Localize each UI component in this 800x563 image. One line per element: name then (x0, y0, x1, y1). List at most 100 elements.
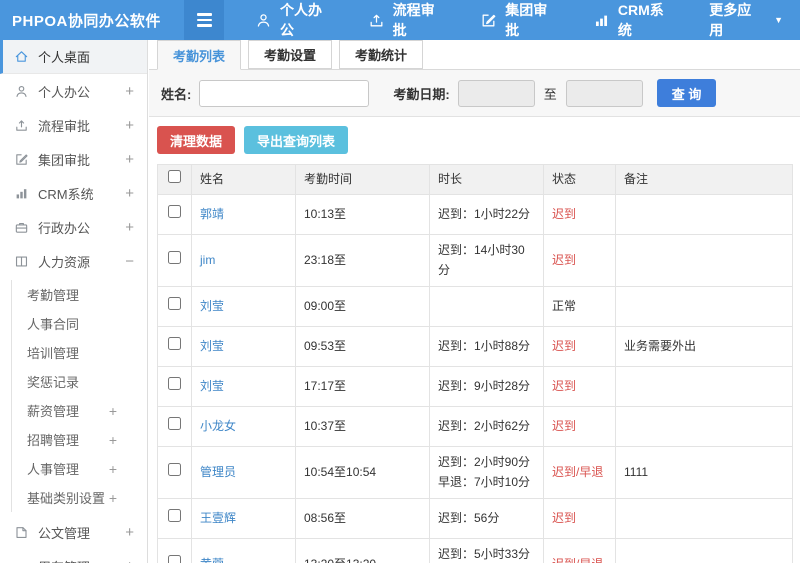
top-nav-more-apps[interactable]: 更多应用 ▼ (692, 0, 800, 40)
col-header-note: 备注 (615, 164, 793, 195)
cell-checkbox (157, 234, 192, 287)
table-row: 刘莹 09:53至 迟到：1小时88分 迟到 业务需要外出 (157, 325, 793, 367)
expand-plus-icon[interactable]: + (125, 151, 134, 168)
sidebar-subitem-recruitment-management[interactable]: 招聘管理 + (12, 425, 147, 454)
caret-down-icon: ▼ (774, 15, 783, 25)
attendance-table: 姓名 考勤时间 时长 状态 备注 郭靖 10:13至 迟到：1小时22分 迟到 jim 23:18… (157, 164, 793, 563)
row-checkbox[interactable] (168, 554, 181, 563)
sidebar-item-document-management[interactable]: 公文管理 + (0, 515, 147, 549)
expand-plus-icon[interactable]: + (125, 185, 134, 202)
date-filter-label: 考勤日期: (393, 86, 450, 102)
sidebar-item-group-approval[interactable]: 集团审批 + (0, 142, 147, 176)
cell-checkbox (157, 365, 192, 407)
sidebar-item-label: 行政办公 (38, 220, 91, 236)
sidebar-item-human-resources[interactable]: 人力资源 − (0, 244, 147, 278)
person-icon (14, 84, 29, 99)
cell-status: 迟到/早退 (543, 445, 616, 499)
employee-name-link[interactable]: 黄蓉 (200, 557, 224, 563)
tab-bar: 考勤列表 考勤设置 考勤统计 (149, 40, 800, 70)
cell-checkbox (157, 497, 192, 539)
select-all-checkbox[interactable] (168, 170, 181, 184)
expand-plus-icon[interactable]: + (125, 117, 134, 134)
cell-time: 10:37至 (295, 405, 430, 447)
hamburger-icon (196, 13, 212, 27)
sidebar-item-workflow-approval[interactable]: 流程审批 + (0, 108, 147, 142)
date-from-input[interactable] (457, 79, 535, 107)
employee-name-link[interactable]: 刘莹 (200, 339, 224, 353)
sidebar-subitem-salary-management[interactable]: 薪资管理 + (12, 396, 147, 425)
tab-label: 考勤设置 (264, 48, 317, 63)
sidebar-subitem-reward-punishment[interactable]: 奖惩记录 (12, 367, 147, 396)
person-icon (255, 12, 272, 29)
cell-checkbox (157, 405, 192, 447)
top-nav-label: 更多应用 (709, 2, 752, 38)
sidebar-item-admin-office[interactable]: 行政办公 + (0, 210, 147, 244)
expand-plus-icon[interactable]: + (125, 83, 134, 100)
employee-name-link[interactable]: 小龙女 (200, 419, 236, 433)
expand-plus-icon[interactable]: + (109, 490, 117, 506)
tab-attendance-stats[interactable]: 考勤统计 (339, 40, 424, 69)
date-to-input[interactable] (565, 79, 643, 107)
cell-time: 09:00至 (295, 285, 430, 327)
top-nav-group-approval[interactable]: 集团审批 (463, 0, 576, 40)
expand-plus-icon[interactable]: + (125, 524, 134, 541)
cell-duration: 迟到：5小时33分早退：4小时67分 (429, 537, 544, 563)
search-button[interactable]: 查 询 (656, 79, 717, 107)
export-list-button[interactable]: 导出查询列表 (244, 126, 349, 154)
top-nav-workflow-approval[interactable]: 流程审批 (351, 0, 464, 40)
tab-attendance-settings[interactable]: 考勤设置 (248, 40, 333, 69)
cell-duration: 迟到：14小时30分 (429, 234, 544, 287)
row-checkbox[interactable] (168, 377, 181, 391)
cell-name: jim (191, 234, 296, 287)
main-content: 考勤列表 考勤设置 考勤统计 姓名: 考勤日期: 至 查 询 清理数据 导出查询列表… (149, 40, 800, 563)
expand-plus-icon[interactable]: + (109, 461, 117, 477)
sidebar-subitem-training-management[interactable]: 培训管理 (12, 338, 147, 367)
top-nav-label: 流程审批 (392, 2, 435, 38)
expand-plus-icon[interactable]: + (109, 432, 117, 448)
sidebar-item-personal-office[interactable]: 个人办公 + (0, 74, 147, 108)
row-checkbox[interactable] (168, 337, 181, 351)
sidebar-subitem-label: 人事管理 (27, 462, 80, 477)
cell-note (615, 405, 793, 447)
table-row: jim 23:18至 迟到：14小时30分 迟到 (157, 234, 793, 287)
expand-plus-icon[interactable]: + (125, 219, 134, 236)
employee-name-link[interactable]: 刘莹 (200, 299, 224, 313)
row-checkbox[interactable] (168, 205, 181, 219)
cell-time: 08:56至 (295, 497, 430, 539)
sidebar-subitem-personnel-management[interactable]: 人事管理 + (12, 454, 147, 483)
cell-note (615, 285, 793, 327)
name-filter-label: 姓名: (161, 86, 192, 102)
row-checkbox[interactable] (168, 417, 181, 431)
sidebar-item-vehicle-management[interactable]: 用车管理 + (0, 549, 147, 563)
row-checkbox[interactable] (168, 462, 181, 476)
hamburger-menu-button[interactable] (184, 0, 224, 40)
name-filter-input[interactable] (199, 79, 370, 107)
top-nav-personal-office[interactable]: 个人办公 (238, 0, 351, 40)
employee-name-link[interactable]: 管理员 (200, 465, 236, 479)
clean-data-button[interactable]: 清理数据 (157, 126, 236, 154)
cell-time: 23:18至 (295, 234, 430, 287)
tab-attendance-list[interactable]: 考勤列表 (157, 40, 242, 70)
row-checkbox[interactable] (168, 508, 181, 522)
expand-plus-icon[interactable]: + (109, 403, 117, 419)
employee-name-link[interactable]: 王壹辉 (200, 511, 236, 525)
sidebar-submenu-human-resources: 考勤管理 人事合同 培训管理 奖惩记录 薪资管理 + 招聘管理 + 人事管理 + 基础类别设置 + (11, 280, 147, 512)
sidebar: 个人桌面 个人办公 + 流程审批 + 集团审批 + CRM系统 + 行政办公 + 人力资源 − 考勤管理人… (0, 40, 148, 563)
expand-plus-icon[interactable]: + (125, 558, 134, 563)
sidebar-subitem-attendance-management[interactable]: 考勤管理 (12, 280, 147, 309)
sidebar-item-label: 人力资源 (38, 254, 91, 270)
employee-name-link[interactable]: 郭靖 (200, 207, 224, 221)
row-checkbox[interactable] (168, 251, 181, 265)
employee-name-link[interactable]: jim (200, 253, 215, 267)
sidebar-subitem-base-category-settings[interactable]: 基础类别设置 + (12, 483, 147, 512)
collapse-minus-icon[interactable]: − (125, 253, 134, 270)
row-checkbox[interactable] (168, 297, 181, 311)
top-nav-label: 集团审批 (505, 2, 548, 38)
sidebar-item-personal-desktop[interactable]: 个人桌面 (0, 40, 147, 74)
sidebar-item-crm-system[interactable]: CRM系统 + (0, 176, 147, 210)
employee-name-link[interactable]: 刘莹 (200, 379, 224, 393)
top-nav-crm-system[interactable]: CRM系统 (576, 0, 692, 40)
document-icon (14, 525, 29, 540)
sidebar-subitem-hr-contract[interactable]: 人事合同 (12, 309, 147, 338)
top-nav-label: 个人办公 (280, 2, 322, 38)
